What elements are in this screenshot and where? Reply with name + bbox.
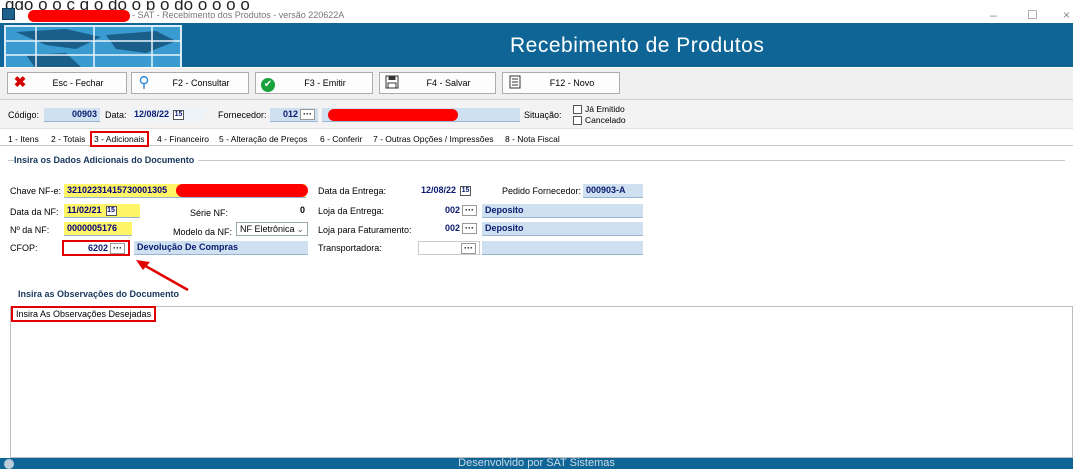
cfop-lookup-button[interactable]: ··· bbox=[110, 243, 125, 255]
transportadora-name bbox=[482, 241, 643, 255]
fornecedor-code-field[interactable]: 012 ··· bbox=[270, 108, 318, 122]
emit-button[interactable]: ✔ F3 - Emitir bbox=[255, 72, 373, 94]
globe-logo-icon bbox=[4, 25, 182, 67]
loja-faturamento-code-field[interactable]: 002 ··· bbox=[418, 222, 480, 236]
cropped-caption-text: ggo o o ç q o do o p o do o o o o bbox=[0, 0, 1073, 10]
transportadora-lookup-button[interactable]: ··· bbox=[461, 243, 476, 255]
status-icon bbox=[4, 459, 14, 469]
minimize-button[interactable]: – bbox=[990, 8, 997, 22]
redacted-fornecedor-name bbox=[328, 109, 458, 121]
footer-text: Desenvolvido por SAT Sistemas bbox=[458, 458, 615, 469]
cfop-description: Devolução De Compras bbox=[134, 241, 308, 255]
num-nf-field[interactable]: 0000005176 bbox=[64, 222, 132, 236]
cfop-code: 6202 bbox=[87, 243, 108, 253]
chave-nfe-label: Chave NF-e: bbox=[10, 186, 62, 196]
data-nf-label: Data da NF: bbox=[10, 207, 59, 217]
app-icon bbox=[2, 8, 15, 20]
redacted-app-name bbox=[28, 10, 130, 22]
fornecedor-label: Fornecedor: bbox=[218, 110, 267, 120]
cfop-label: CFOP: bbox=[10, 243, 38, 253]
loja-faturamento-name: Deposito bbox=[482, 222, 643, 236]
codigo-field[interactable]: 00903 bbox=[44, 108, 100, 122]
data-nf-value: 11/02/21 bbox=[67, 205, 102, 215]
tab-nota-fiscal[interactable]: 8 - Nota Fiscal bbox=[505, 134, 560, 144]
data-entrega-field[interactable]: 12/08/22 15 bbox=[418, 184, 498, 198]
observacoes-heading: Insira as Observações do Documento bbox=[18, 289, 180, 299]
redacted-chave-nfe bbox=[176, 184, 308, 197]
tab-outras-opcoes[interactable]: 7 - Outras Opções / Impressões bbox=[373, 134, 493, 144]
magnifier-icon: ⚲ bbox=[138, 74, 150, 91]
transportadora-label: Transportadora: bbox=[318, 243, 382, 253]
num-nf-label: Nº da NF: bbox=[10, 225, 50, 235]
codigo-label: Código: bbox=[8, 110, 40, 120]
situacao-label: Situação: bbox=[524, 110, 562, 120]
observacoes-text: Insira As Observações Desejadas bbox=[11, 306, 157, 322]
red-x-icon: ✖ bbox=[13, 74, 27, 91]
fornecedor-code: 012 bbox=[282, 109, 298, 119]
consult-button[interactable]: ⚲ F2 - Consultar bbox=[131, 72, 249, 94]
data-field[interactable]: 12/08/22 15 bbox=[131, 108, 206, 122]
data-nf-field[interactable]: 11/02/21 15 bbox=[64, 204, 140, 218]
save-label: F4 - Salvar bbox=[426, 78, 471, 88]
loja-entrega-code-field[interactable]: 002 ··· bbox=[418, 204, 480, 218]
loja-faturamento-lookup-button[interactable]: ··· bbox=[462, 223, 477, 235]
data-value: 12/08/22 bbox=[134, 109, 170, 119]
cancelado-checkbox[interactable] bbox=[573, 116, 582, 125]
loja-entrega-name: Deposito bbox=[482, 204, 643, 218]
loja-entrega-lookup-button[interactable]: ··· bbox=[462, 205, 477, 217]
tab-financeiro[interactable]: 4 - Financeiro bbox=[157, 134, 209, 144]
data-label: Data: bbox=[105, 110, 127, 120]
maximize-button[interactable]: ☐ bbox=[1027, 8, 1038, 22]
save-button[interactable]: F4 - Salvar bbox=[379, 72, 496, 94]
close-window-button[interactable]: × bbox=[1063, 8, 1070, 22]
green-check-icon: ✔ bbox=[260, 75, 276, 92]
cfop-code-field[interactable]: 6202 ··· bbox=[62, 240, 130, 256]
new-button[interactable]: F12 - Novo bbox=[502, 72, 620, 94]
pedido-fornecedor-label: Pedido Fornecedor: bbox=[502, 186, 582, 196]
loja-entrega-code: 002 bbox=[444, 205, 460, 215]
window-title: - SAT - Recebimento dos Produtos - versã… bbox=[132, 10, 345, 20]
chevron-down-icon: ⌄ bbox=[296, 224, 304, 234]
loja-entrega-label: Loja da Entrega: bbox=[318, 206, 385, 216]
ja-emitido-label: Já Emitido bbox=[585, 104, 625, 114]
data-entrega-value: 12/08/22 bbox=[421, 185, 457, 195]
cancelado-label: Cancelado bbox=[585, 115, 626, 125]
loja-faturamento-code: 002 bbox=[444, 223, 460, 233]
tab-adicionais[interactable]: 3 - Adicionais bbox=[90, 131, 149, 147]
transportadora-code-field[interactable]: ··· bbox=[418, 241, 480, 255]
serie-nf-field[interactable]: 0 bbox=[236, 204, 308, 218]
modelo-nf-select[interactable]: NF Eletrônica ⌄ bbox=[236, 222, 308, 236]
data-entrega-label: Data da Entrega: bbox=[318, 186, 387, 196]
serie-nf-label: Série NF: bbox=[190, 208, 229, 218]
emit-label: F3 - Emitir bbox=[304, 78, 346, 88]
pedido-fornecedor-field[interactable]: 000903-A bbox=[583, 184, 643, 198]
calendar-icon[interactable]: 15 bbox=[105, 205, 117, 216]
ja-emitido-checkbox[interactable] bbox=[573, 105, 582, 114]
calendar-icon[interactable]: 15 bbox=[173, 109, 185, 120]
close-form-button[interactable]: ✖ Esc - Fechar bbox=[7, 72, 127, 94]
tab-totais[interactable]: 2 - Totais bbox=[51, 134, 85, 144]
calendar-icon[interactable]: 15 bbox=[460, 185, 472, 196]
floppy-disk-icon bbox=[384, 75, 400, 91]
modelo-nf-value: NF Eletrônica bbox=[240, 224, 295, 234]
fornecedor-lookup-button[interactable]: ··· bbox=[300, 109, 315, 121]
dados-adicionais-heading: Insira os Dados Adicionais do Documento bbox=[14, 155, 199, 165]
modelo-nf-label: Modelo da NF: bbox=[173, 227, 233, 237]
tab-itens[interactable]: 1 - Itens bbox=[8, 134, 39, 144]
tab-alteracao-precos[interactable]: 5 - Alteração de Preços bbox=[219, 134, 307, 144]
footer-bar: Desenvolvido por SAT Sistemas bbox=[0, 458, 1073, 469]
loja-faturamento-label: Loja para Faturamento: bbox=[318, 225, 412, 235]
consult-label: F2 - Consultar bbox=[172, 78, 230, 88]
new-label: F12 - Novo bbox=[549, 78, 595, 88]
close-form-label: Esc - Fechar bbox=[52, 78, 104, 88]
chave-nfe-value: 32102231415730001305 bbox=[67, 185, 168, 195]
document-icon bbox=[507, 75, 523, 91]
page-title: Recebimento de Produtos bbox=[510, 34, 765, 57]
observacoes-textarea[interactable] bbox=[10, 306, 1073, 458]
tab-conferir[interactable]: 6 - Conferir bbox=[320, 134, 363, 144]
